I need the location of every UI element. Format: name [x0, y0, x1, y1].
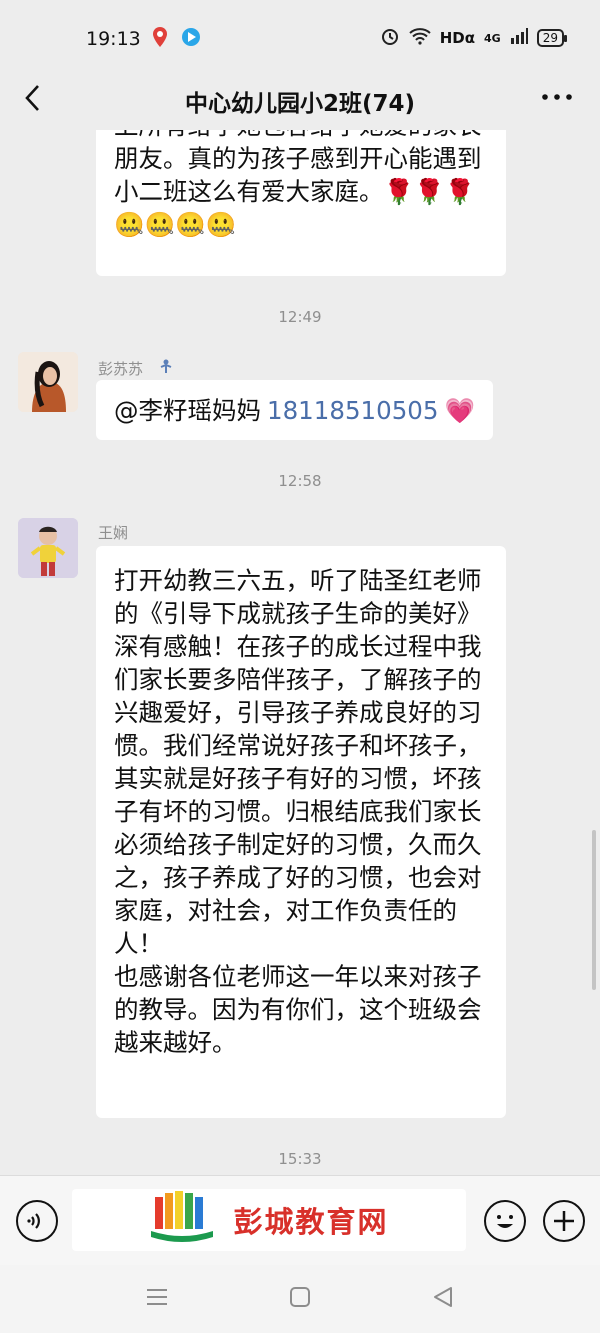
signal-icon	[510, 28, 528, 48]
signal-label: 4G	[484, 31, 501, 45]
role-icon	[158, 358, 174, 378]
message-text: 打开幼教三六五，听了陆圣红老师 的《引导下成就孩子生命的美好》 深有感触！在孩子…	[114, 566, 482, 1057]
chat-title: 中心幼儿园小2班(74)	[184, 91, 416, 117]
more-icon[interactable]	[540, 82, 574, 112]
back-nav-icon[interactable]	[430, 1285, 456, 1313]
network-label: HDα	[439, 29, 476, 47]
video-icon	[180, 26, 202, 53]
wifi-icon	[409, 27, 431, 49]
scrollbar-thumb[interactable]	[592, 830, 596, 990]
phone-number-link[interactable]: 18118510505	[267, 394, 438, 427]
message-text-cut: 上所有给予她包容给予她爱的家长	[114, 130, 482, 142]
message-bubble[interactable]: 上所有给予她包容给予她爱的家长 朋友。真的为孩子感到开心能遇到 小二班这么有爱大…	[96, 130, 506, 276]
mention-text[interactable]: @李籽瑶妈妈	[114, 394, 261, 427]
voice-icon[interactable]	[16, 1200, 58, 1242]
emoji-icon[interactable]	[484, 1200, 526, 1242]
sender-name: 彭苏苏	[98, 360, 144, 378]
plus-icon[interactable]	[543, 1200, 585, 1242]
alarm-icon	[380, 26, 400, 50]
home-icon[interactable]	[287, 1285, 313, 1313]
watermark-brand: 彭城教育网	[233, 1205, 389, 1239]
watermark-banner: 彭城教育网	[72, 1189, 466, 1251]
message-bubble[interactable]: 打开幼教三六五，听了陆圣红老师 的《引导下成就孩子生命的美好》 深有感触！在孩子…	[96, 546, 506, 1118]
timestamp: 12:49	[278, 308, 322, 326]
avatar[interactable]	[18, 352, 78, 412]
status-bar: 19:13 HDα 4G 29	[0, 0, 600, 72]
message-text: 朋友。真的为孩子感到开心能遇到 小二班这么有爱大家庭。🌹🌹🌹 🤐🤐🤐🤐	[114, 144, 482, 239]
chat-area[interactable]: 上所有给予她包容给予她爱的家长 朋友。真的为孩子感到开心能遇到 小二班这么有爱大…	[0, 130, 600, 1175]
system-nav-bar	[0, 1265, 600, 1333]
chat-header: 中心幼儿园小2班(74)	[0, 72, 600, 130]
status-time: 19:13	[86, 28, 141, 50]
avatar[interactable]	[18, 518, 78, 578]
battery-icon: 29	[536, 29, 568, 47]
sender-name: 王娴	[98, 524, 129, 542]
heart-emoji: 💗	[444, 395, 475, 425]
timestamp: 15:33	[278, 1150, 322, 1168]
map-pin-icon	[150, 26, 170, 53]
input-bar: 彭城教育网	[0, 1175, 600, 1266]
book-logo-icon	[149, 1189, 215, 1251]
menu-icon[interactable]	[144, 1285, 170, 1313]
timestamp: 12:58	[278, 472, 322, 490]
message-bubble[interactable]: @李籽瑶妈妈 18118510505 💗	[96, 380, 493, 440]
